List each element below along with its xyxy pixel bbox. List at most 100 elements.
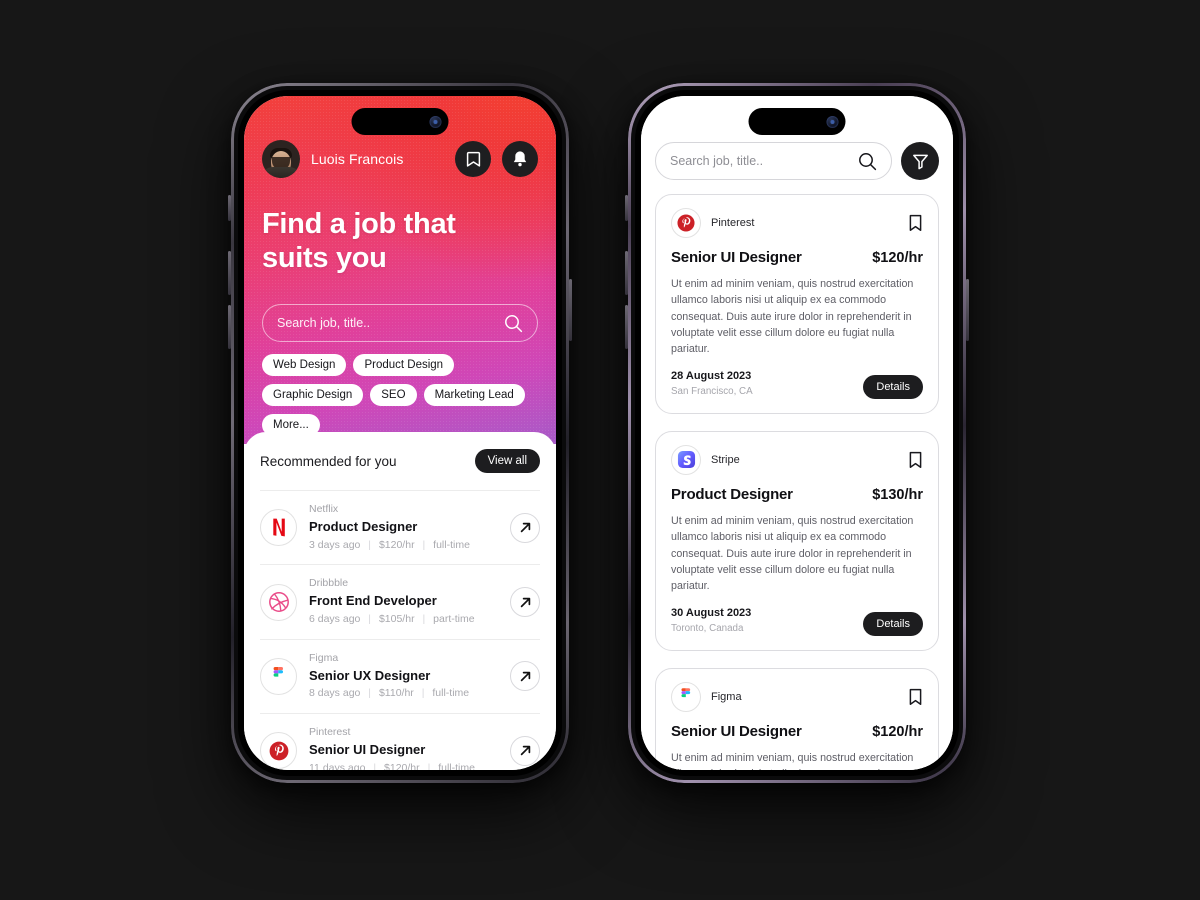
job-date-location: 28 August 2023 San Francisco, CA	[671, 369, 753, 399]
open-job-button[interactable]	[510, 587, 540, 618]
stripe-logo-icon	[677, 451, 695, 469]
search-icon[interactable]	[858, 152, 877, 171]
job-company: Dribbble	[309, 577, 349, 590]
job-info: Netflix Product Designer 3 days ago | $1…	[309, 502, 498, 553]
search-input[interactable]	[277, 316, 504, 330]
pinterest-logo	[671, 208, 701, 238]
figma-logo	[671, 681, 701, 712]
job-company: Figma	[711, 690, 742, 703]
job-info: Pinterest Senior UI Designer 11 days ago…	[309, 725, 498, 770]
job-card-footer: 28 August 2023 San Francisco, CA Details	[671, 369, 923, 399]
netflix-logo-icon	[272, 518, 285, 537]
filter-button[interactable]	[901, 142, 939, 180]
figma-logo-icon	[273, 666, 283, 677]
bookmark-button[interactable]	[908, 451, 923, 469]
bookmark-button[interactable]	[908, 688, 923, 706]
search-icon[interactable]	[504, 314, 523, 333]
bookmark-button[interactable]	[455, 141, 491, 177]
silent-switch[interactable]	[228, 195, 231, 221]
chip-seo[interactable]: SEO	[370, 384, 417, 406]
bookmark-button[interactable]	[908, 214, 923, 232]
volume-up-button[interactable]	[228, 251, 231, 295]
phone-right: Pinterest Senior UI Designer $120/hr U	[625, 83, 969, 783]
power-button[interactable]	[569, 279, 572, 341]
job-posted: 3 days ago	[309, 538, 361, 551]
view-all-button[interactable]: View all	[474, 449, 540, 473]
job-date: 28 August 2023	[671, 370, 752, 383]
job-card[interactable]: Figma Senior UI Designer $120/hr Ut enim…	[655, 667, 939, 770]
details-button[interactable]: Details	[863, 611, 923, 636]
category-chips: Web Design Product Design Graphic Design…	[262, 354, 546, 436]
job-type: full-time	[432, 687, 470, 700]
job-list-item[interactable]: Netflix Product Designer 3 days ago | $1…	[260, 490, 540, 564]
open-job-button[interactable]	[510, 512, 540, 543]
avatar[interactable]	[262, 140, 300, 178]
open-job-button[interactable]	[510, 735, 540, 766]
chip-marketing-lead[interactable]: Marketing Lead	[423, 384, 525, 406]
meta-sep: |	[427, 761, 431, 770]
meta-sep: |	[422, 612, 426, 625]
job-card-title-row: Product Designer $130/hr	[671, 486, 923, 503]
job-location: Toronto, Canada	[671, 623, 744, 635]
job-date: 30 August 2023	[671, 607, 752, 620]
job-company: Stripe	[711, 453, 740, 466]
user-name: Luois Francois	[311, 151, 404, 167]
job-list-page: Pinterest Senior UI Designer $120/hr U	[641, 96, 953, 770]
pinterest-logo	[260, 732, 297, 770]
canvas: Luois Francois Find a job that suits you	[0, 0, 1200, 900]
volume-down-button[interactable]	[625, 305, 628, 349]
job-location: San Francisco, CA	[671, 386, 753, 398]
job-pay: $130/hr	[872, 486, 923, 503]
job-pay: $120/hr	[378, 538, 415, 551]
job-company: Pinterest	[711, 217, 755, 229]
page-title: Find a job that suits you	[262, 208, 526, 275]
job-meta: 11 days ago | $120/hr | full-time	[309, 760, 498, 770]
power-button[interactable]	[966, 279, 969, 341]
job-title: Front End Developer	[309, 593, 437, 609]
dribbble-logo-icon	[268, 592, 289, 613]
front-camera-icon	[826, 115, 839, 128]
meta-sep: |	[421, 687, 425, 700]
volume-up-button[interactable]	[625, 251, 628, 295]
bookmark-icon	[909, 451, 922, 468]
job-description: Ut enim ad minim veniam, quis nostrud ex…	[671, 751, 914, 770]
chip-product-design[interactable]: Product Design	[353, 354, 455, 376]
job-title: Senior UI Designer	[309, 741, 426, 757]
silent-switch[interactable]	[625, 195, 628, 221]
filter-funnel-icon	[912, 154, 928, 169]
details-button[interactable]: Details	[863, 374, 923, 399]
netflix-logo	[260, 509, 297, 547]
meta-sep: |	[373, 761, 377, 770]
job-list-item[interactable]: Dribbble Front End Developer 6 days ago …	[260, 564, 540, 638]
job-type: full-time	[433, 538, 470, 551]
figma-logo-icon	[681, 688, 691, 698]
job-card[interactable]: Stripe Product Designer $130/hr Ut enim …	[655, 430, 939, 651]
search-bar[interactable]	[655, 142, 892, 180]
job-card[interactable]: Pinterest Senior UI Designer $120/hr Ut …	[655, 194, 939, 414]
open-job-button[interactable]	[510, 661, 540, 692]
chip-graphic-design[interactable]: Graphic Design	[262, 384, 364, 406]
front-camera-icon	[429, 115, 442, 128]
job-card-title-row: Senior UI Designer $120/hr	[671, 723, 923, 740]
job-card-header: Figma	[671, 681, 923, 712]
job-company: Figma	[309, 651, 339, 664]
meta-sep: |	[368, 612, 372, 625]
chip-web-design[interactable]: Web Design	[262, 354, 347, 376]
hero-search-bar[interactable]	[262, 304, 538, 342]
job-list-item[interactable]: Pinterest Senior UI Designer 11 days ago…	[260, 713, 540, 770]
search-input[interactable]	[670, 154, 858, 168]
job-card-header: Pinterest	[671, 208, 923, 238]
notifications-button[interactable]	[502, 141, 538, 177]
meta-sep: |	[368, 687, 372, 700]
avatar-body	[262, 167, 300, 178]
profile-header: Luois Francois	[262, 140, 538, 178]
job-pay: $110/hr	[378, 687, 414, 700]
volume-down-button[interactable]	[228, 305, 231, 349]
recommended-header: Recommended for you View all	[260, 432, 540, 490]
dynamic-island	[351, 108, 449, 135]
job-list-item[interactable]: Figma Senior UX Designer 8 days ago | $1…	[260, 638, 540, 713]
job-info: Figma Senior UX Designer 8 days ago | $1…	[309, 651, 498, 702]
job-title: Senior UI Designer	[671, 722, 802, 740]
phone-left-screen: Luois Francois Find a job that suits you	[244, 96, 556, 770]
job-card-title-row: Senior UI Designer $120/hr	[671, 249, 923, 266]
